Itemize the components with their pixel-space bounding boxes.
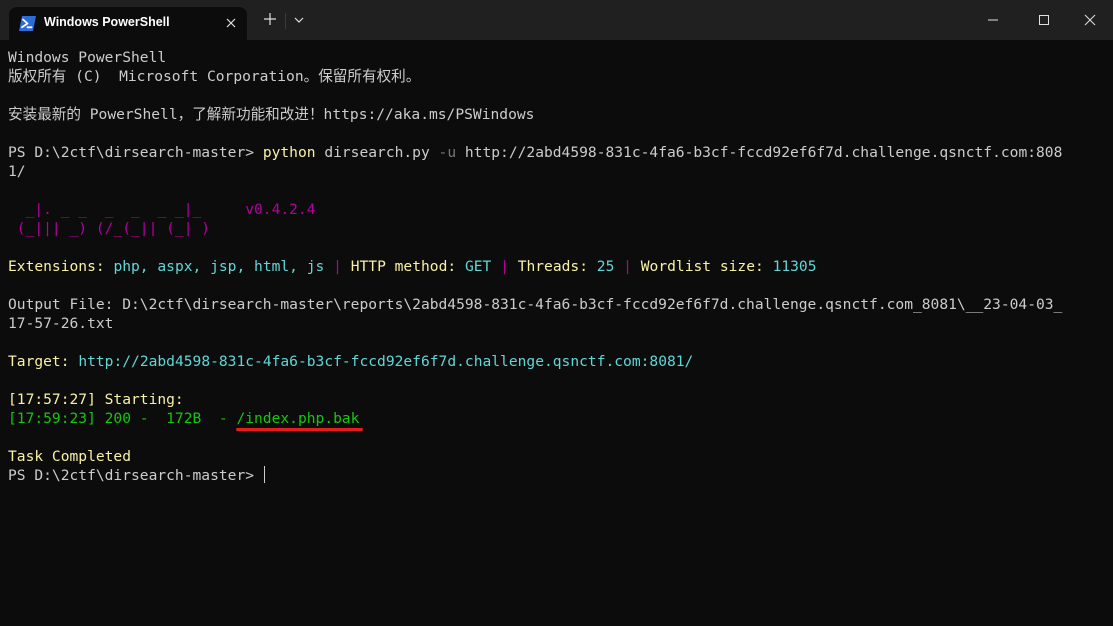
task-completed-line: Task Completed xyxy=(8,448,132,465)
header-line: Windows PowerShell xyxy=(8,49,167,66)
config-line: Extensions: php, aspx, jsp, html, js | H… xyxy=(8,257,1108,276)
close-icon[interactable] xyxy=(223,15,239,31)
command-flag: -u xyxy=(438,144,457,161)
terminal-output[interactable]: Windows PowerShell 版权所有 (C) Microsoft Co… xyxy=(8,48,1108,618)
result-line: [17:59:23] 200 - 172B - /index.php.bak xyxy=(8,409,1108,431)
install-line: 安装最新的 PowerShell，了解新功能和改进！https://aka.ms… xyxy=(8,106,535,123)
title-bar: Windows PowerShell xyxy=(0,0,1113,40)
output-file-line-wrap: 17-57-26.txt xyxy=(8,315,114,332)
wordlist-value: 11305 xyxy=(772,258,817,275)
tab-windows-powershell[interactable]: Windows PowerShell xyxy=(9,7,247,40)
chevron-down-icon xyxy=(293,11,305,30)
version-label: v0.4.2.4 xyxy=(245,201,316,218)
extensions-value: php, aspx, jsp, html, js xyxy=(113,258,325,275)
logo-line-1: _|. _ _ _ _ _ _|_ v0.4.2.4 xyxy=(8,200,1108,219)
profile-dropdown-button[interactable] xyxy=(288,0,310,40)
separator: | xyxy=(500,258,509,275)
http-method-value: GET xyxy=(464,258,492,275)
command-line-wrap: 1/ xyxy=(8,163,26,180)
command-line: PS D:\2ctf\dirsearch-master> python dirs… xyxy=(8,143,1108,162)
target-line: Target: http://2abd4598-831c-4fa6-b3cf-f… xyxy=(8,352,1108,371)
command-url: http://2abd4598-831c-4fa6-b3cf-fccd92ef6… xyxy=(456,144,1063,161)
target-url: http://2abd4598-831c-4fa6-b3cf-fccd92ef6… xyxy=(78,353,694,370)
red-underline-annotation xyxy=(236,428,364,431)
window-close-button[interactable] xyxy=(1067,0,1113,40)
logo-art-1: _|. _ _ _ _ _ _|_ xyxy=(8,201,202,218)
result-status: [17:59:23] 200 - 172B - xyxy=(8,410,237,427)
copyright-line: 版权所有 (C) Microsoft Corporation。保留所有权利。 xyxy=(8,68,421,85)
titlebar-divider xyxy=(285,13,286,29)
starting-line: [17:57:27] Starting: xyxy=(8,391,184,408)
output-file-line: Output File: D:\2ctf\dirsearch-master\re… xyxy=(8,296,1063,313)
logo-line-2: (_||| _) (/_(_|| (_| ) xyxy=(8,220,211,237)
minimize-icon xyxy=(987,11,999,30)
close-icon xyxy=(1084,11,1096,30)
threads-value: 25 xyxy=(596,258,615,275)
extensions-label: Extensions: xyxy=(8,258,105,275)
separator: | xyxy=(623,258,632,275)
plus-icon xyxy=(263,11,277,30)
result-path-wrap: /index.php.bak xyxy=(236,410,364,431)
new-tab-button[interactable] xyxy=(257,0,283,40)
prompt: PS D:\2ctf\dirsearch-master> xyxy=(8,144,263,161)
tab-title: Windows PowerShell xyxy=(44,15,170,29)
http-method-label: HTTP method: xyxy=(350,258,457,275)
result-path: /index.php.bak xyxy=(236,410,360,427)
prompt: PS D:\2ctf\dirsearch-master> xyxy=(8,467,263,484)
command-exe: python xyxy=(262,144,316,161)
target-label: Target: xyxy=(8,353,70,370)
command-script: dirsearch.py xyxy=(315,144,439,161)
maximize-button[interactable] xyxy=(1021,0,1067,40)
powershell-icon xyxy=(19,16,36,31)
final-prompt-line: PS D:\2ctf\dirsearch-master> xyxy=(8,466,1108,485)
minimize-button[interactable] xyxy=(970,0,1016,40)
maximize-icon xyxy=(1038,11,1050,30)
text-cursor xyxy=(263,466,265,483)
threads-label: Threads: xyxy=(517,258,588,275)
wordlist-label: Wordlist size: xyxy=(640,258,764,275)
separator: | xyxy=(333,258,342,275)
